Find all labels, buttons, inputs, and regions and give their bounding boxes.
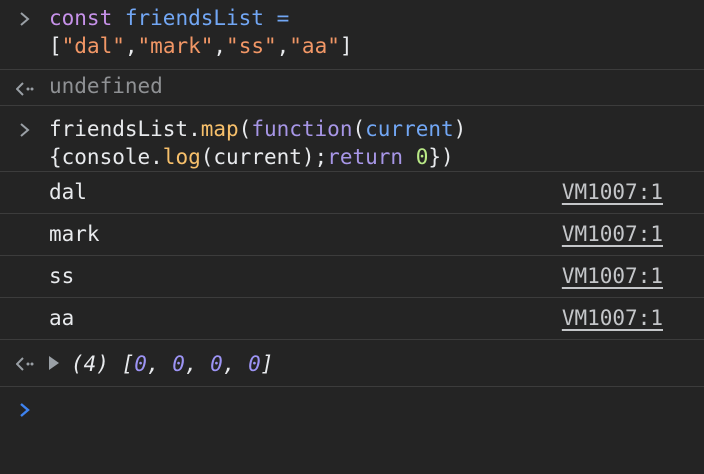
string-literal: "dal"	[61, 34, 125, 58]
source-link[interactable]: VM1007:1	[562, 178, 663, 206]
code-line: const friendsList =	[49, 4, 664, 32]
call-args: (current);	[200, 145, 328, 169]
console-log-entry: aa VM1007:1	[0, 298, 704, 340]
bracket: ]	[260, 352, 274, 376]
keyword-return: return	[327, 145, 404, 169]
variable-name: friendsList	[124, 6, 264, 30]
separator: ,	[222, 352, 249, 376]
array-preview[interactable]: (4) [0, 0, 0, 0]	[49, 350, 664, 378]
code-line: ["dal","mark","ss","aa"]	[49, 32, 664, 60]
prompt-chevron-icon	[14, 398, 36, 422]
keyword-const: const	[49, 6, 113, 30]
array-value: 0	[134, 352, 147, 376]
expand-triangle-icon[interactable]	[49, 356, 59, 370]
code-line: friendsList.map(function(current)	[49, 115, 664, 143]
number-literal: 0	[415, 145, 429, 169]
string-literal: "ss"	[226, 34, 277, 58]
console-result-entry: (4) [0, 0, 0, 0]	[0, 340, 704, 387]
method-log: log	[162, 145, 201, 169]
dot: .	[188, 117, 201, 141]
paren: (	[238, 117, 252, 141]
separator: ,	[146, 352, 173, 376]
bracket: ]	[339, 34, 353, 58]
input-chevron-icon	[14, 118, 36, 142]
input-chevron-icon	[14, 7, 36, 31]
array-value: 0	[210, 352, 223, 376]
string-literal: "aa"	[289, 34, 340, 58]
closing-brace: })	[428, 145, 454, 169]
parameter-name: current	[365, 117, 454, 141]
string-literal: "mark"	[137, 34, 214, 58]
console-log-entry: mark VM1007:1	[0, 214, 704, 256]
source-link[interactable]: VM1007:1	[562, 220, 663, 248]
array-value: 0	[248, 352, 261, 376]
console-input-entry: friendsList.map(function(current) {conso…	[0, 106, 704, 172]
console-prompt[interactable]	[0, 387, 704, 431]
comma: ,	[276, 34, 290, 58]
devtools-console: const friendsList = ["dal","mark","ss","…	[0, 0, 704, 474]
array-value: 0	[172, 352, 185, 376]
code-line: {console.log(current);return 0})	[49, 143, 664, 171]
bracket: [	[49, 34, 62, 58]
array-length: (4)	[71, 352, 109, 376]
method-name: map	[200, 117, 239, 141]
result-arrow-icon	[14, 77, 36, 101]
keyword-function: function	[251, 117, 353, 141]
paren: (	[352, 117, 366, 141]
separator: ,	[184, 352, 211, 376]
console-log-entry: dal VM1007:1	[0, 172, 704, 214]
console-log-entry: ss VM1007:1	[0, 256, 704, 298]
console-input-entry: const friendsList = ["dal","mark","ss","…	[0, 0, 704, 70]
paren: )	[453, 117, 467, 141]
assign-operator: =	[263, 6, 290, 30]
comma: ,	[124, 34, 138, 58]
console-object: {console.	[49, 145, 163, 169]
object-name: friendsList	[49, 117, 189, 141]
comma: ,	[213, 34, 227, 58]
result-value: undefined	[49, 74, 163, 98]
source-link[interactable]: VM1007:1	[562, 304, 663, 332]
console-result-entry: undefined	[0, 70, 704, 106]
bracket: [	[121, 352, 135, 376]
result-arrow-icon	[14, 352, 36, 376]
source-link[interactable]: VM1007:1	[562, 262, 663, 290]
